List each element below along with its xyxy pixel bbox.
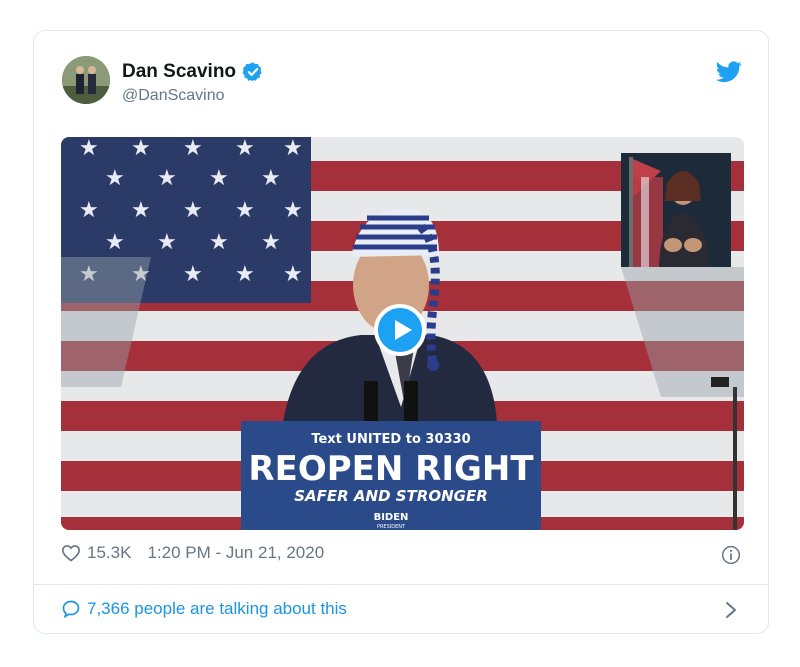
svg-text:★: ★ xyxy=(131,137,151,160)
svg-text:★: ★ xyxy=(209,165,229,190)
svg-text:★: ★ xyxy=(105,229,125,254)
sign-logo-sub: PRESIDENT xyxy=(377,524,406,530)
timestamp[interactable]: 1:20 PM - Jun 21, 2020 xyxy=(147,543,324,563)
svg-text:★: ★ xyxy=(183,261,203,286)
author-name[interactable]: Dan Scavino xyxy=(122,61,264,83)
svg-text:★: ★ xyxy=(157,229,177,254)
svg-text:★: ★ xyxy=(283,261,303,286)
author-handle[interactable]: @DanScavino xyxy=(122,87,225,105)
svg-text:★: ★ xyxy=(209,229,229,254)
interpreter-inset xyxy=(621,153,731,267)
svg-text:★: ★ xyxy=(235,197,255,222)
svg-text:★: ★ xyxy=(131,197,151,222)
svg-text:★: ★ xyxy=(105,165,125,190)
conversation-text[interactable]: 7,366 people are talking about this xyxy=(87,599,347,619)
svg-text:★: ★ xyxy=(79,197,99,222)
chevron-right-icon[interactable] xyxy=(724,601,738,619)
sign-logo: BIDEN xyxy=(374,512,409,523)
svg-text:★: ★ xyxy=(235,137,255,160)
tweet-meta: 15.3K 1:20 PM - Jun 21, 2020 xyxy=(61,543,324,563)
svg-text:★: ★ xyxy=(235,261,255,286)
svg-text:★: ★ xyxy=(283,137,303,160)
svg-text:★: ★ xyxy=(183,197,203,222)
play-button[interactable] xyxy=(374,304,426,356)
info-icon[interactable] xyxy=(721,545,741,565)
tweet-card[interactable]: Dan Scavino @DanScavino ★ ★ ★ ★ ★ ★ ★ ★ … xyxy=(33,30,769,634)
heart-icon[interactable] xyxy=(61,543,81,563)
divider xyxy=(34,584,768,585)
sign-line-2: REOPEN RIGHT xyxy=(248,449,534,489)
sign-line-3: SAFER AND STRONGER xyxy=(294,487,488,505)
author-name-text[interactable]: Dan Scavino xyxy=(122,61,236,83)
podium-sign: Text UNITED to 30330 REOPEN RIGHT SAFER … xyxy=(241,421,541,530)
conversation-link[interactable]: 7,366 people are talking about this xyxy=(61,599,347,619)
verified-badge-icon xyxy=(242,62,262,82)
sign-line-1: Text UNITED to 30330 xyxy=(311,432,470,447)
svg-text:★: ★ xyxy=(261,165,281,190)
svg-text:★: ★ xyxy=(283,197,303,222)
twitter-bird-icon[interactable] xyxy=(716,61,742,83)
svg-text:★: ★ xyxy=(261,229,281,254)
svg-text:★: ★ xyxy=(183,137,203,160)
avatar[interactable] xyxy=(62,56,110,104)
svg-text:★: ★ xyxy=(157,165,177,190)
svg-text:★: ★ xyxy=(79,137,99,160)
like-count[interactable]: 15.3K xyxy=(87,543,131,563)
video-player[interactable]: ★ ★ ★ ★ ★ ★ ★ ★ ★ ★ ★ ★ ★ ★ ★ ★ ★ ★ ★ ★ ★ ★ ★ xyxy=(61,137,744,530)
speech-bubble-icon xyxy=(62,600,80,619)
